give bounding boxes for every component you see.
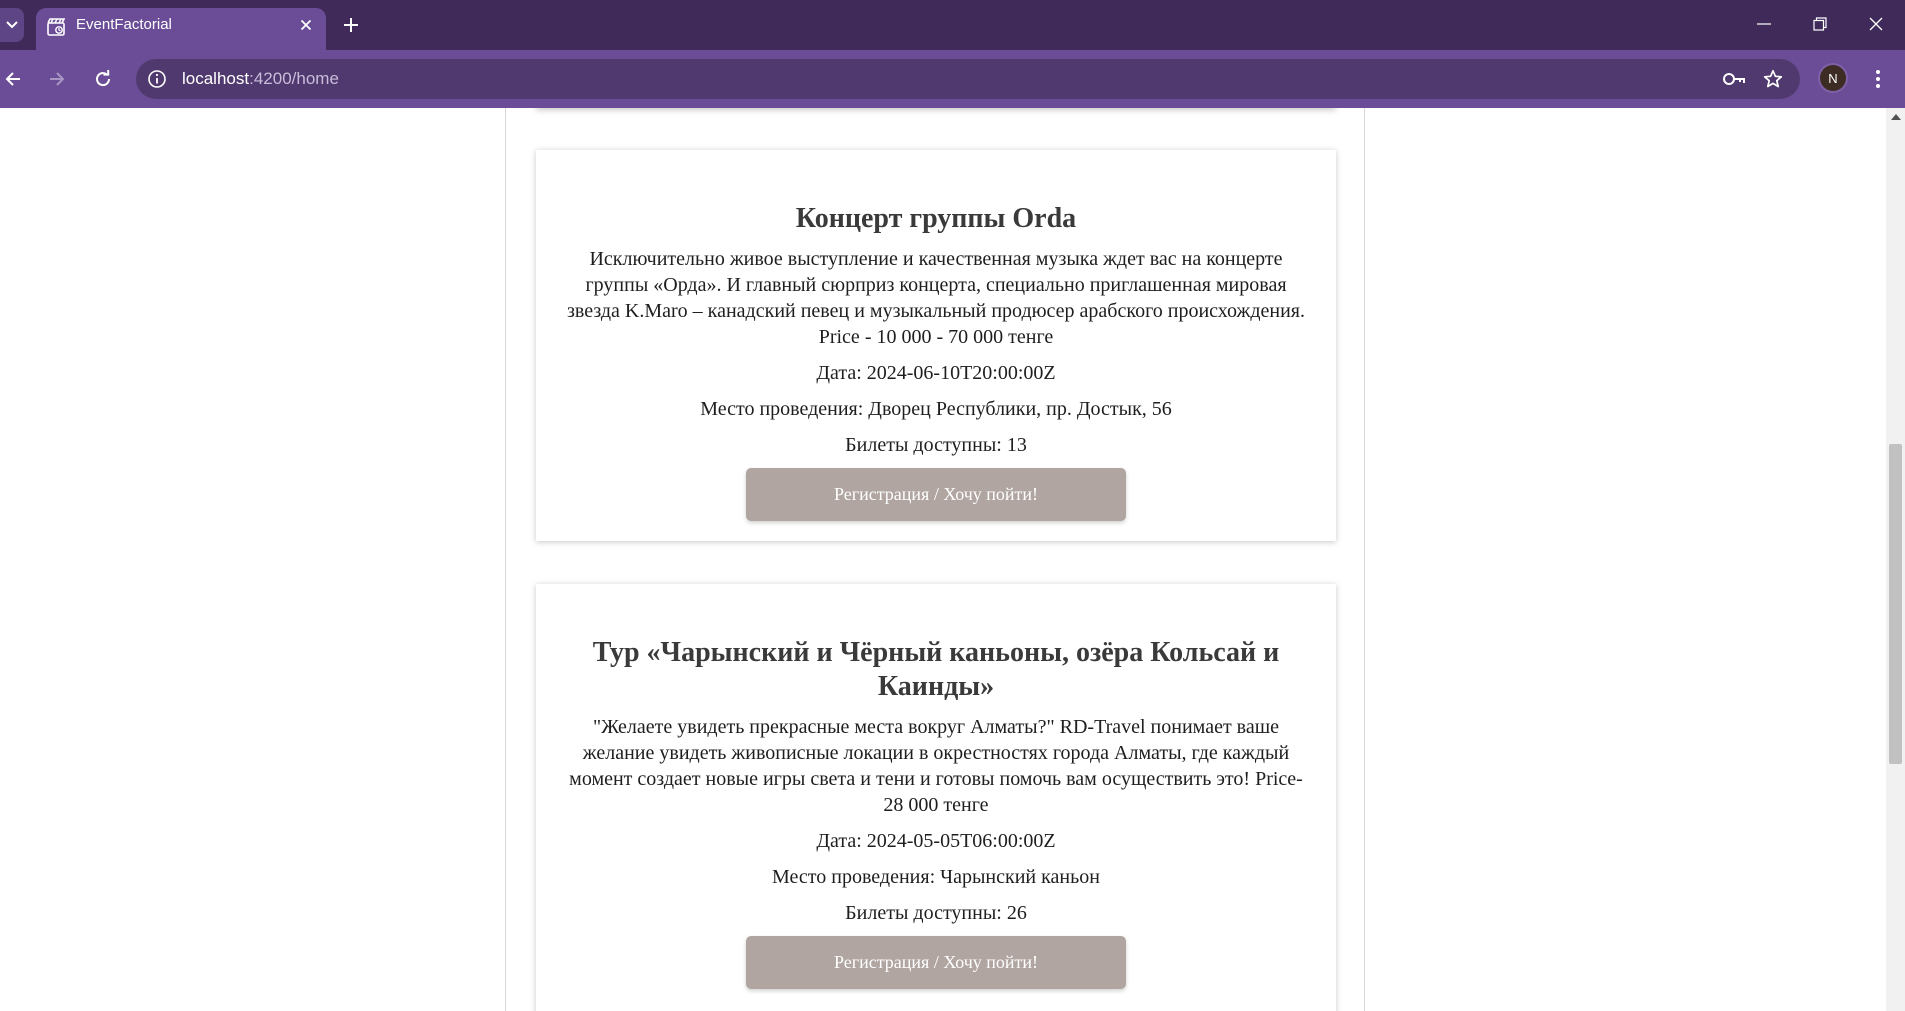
kebab-menu-icon [1876,70,1880,88]
address-bar[interactable]: localhost:4200/home [136,59,1800,99]
event-tickets: Билеты доступны: 13 [845,434,1027,456]
star-icon [1763,69,1783,88]
event-date: Дата: 2024-05-05T06:00:00Z [816,830,1056,852]
event-description: "Желаете увидеть прекрасные места вокруг… [569,716,1303,816]
chevron-down-icon [6,21,18,29]
clapperboard-icon [47,18,66,36]
bookmark-button[interactable] [1761,68,1785,90]
forward-button[interactable] [40,62,74,96]
event-date: Дата: 2024-06-10T20:00:00Z [816,362,1056,384]
page-viewport: Концерт группы Orda Исключительно живое … [0,108,1905,1011]
reload-button[interactable] [86,62,120,96]
tab-eventfactorial[interactable]: EventFactorial [36,8,326,50]
arrow-left-icon [5,72,20,86]
tab-strip: EventFactorial [0,0,1905,50]
url-text: localhost:4200/home [182,59,339,99]
back-button[interactable] [0,62,30,96]
profile-avatar[interactable]: N [1820,65,1846,91]
browser-toolbar: localhost:4200/home N [0,50,1905,108]
close-icon [1869,17,1883,31]
event-venue: Место проведения: Дворец Республики, пр.… [700,398,1172,420]
restore-button[interactable] [1792,0,1848,48]
event-tickets: Билеты доступны: 26 [845,902,1027,924]
register-button[interactable]: Регистрация / Хочу пойти! [746,468,1126,521]
passwords-button[interactable] [1722,68,1746,90]
tab-title: EventFactorial [76,16,172,33]
site-info-button[interactable] [146,68,168,90]
browser-window: EventFactorial localhost:4200/home N Кон… [0,0,1905,1011]
url-path: :4200/home [249,69,339,88]
browser-menu-button[interactable] [1866,64,1890,94]
minimize-icon [1757,23,1771,25]
scroll-up-arrow-icon[interactable] [1891,114,1901,120]
event-card: Тур «Чарынский и Чёрный каньоны, озёра К… [536,584,1336,1011]
page-scrollbar[interactable] [1886,108,1905,1011]
restore-icon [1813,17,1827,31]
scrollbar-thumb[interactable] [1889,444,1902,764]
event-title: Тур «Чарынский и Чёрный каньоны, озёра К… [592,637,1280,702]
event-description: Исключительно живое выступление и качест… [566,248,1306,348]
event-venue: Место проведения: Чарынский каньон [772,866,1100,888]
close-tab-button[interactable] [296,15,316,35]
event-card: Концерт группы Orda Исключительно живое … [536,150,1336,541]
event-title: Концерт группы Orda [795,203,1077,234]
close-window-button[interactable] [1848,0,1904,48]
tab-search-button[interactable] [0,8,24,42]
reload-icon [96,70,111,87]
url-host: localhost [182,69,250,88]
minimize-button[interactable] [1736,0,1792,48]
new-tab-button[interactable] [338,12,364,38]
close-icon [300,19,312,31]
events-column: Концерт группы Orda Исключительно живое … [505,108,1365,1011]
key-icon [1723,73,1745,85]
plus-icon [344,18,358,32]
register-button[interactable]: Регистрация / Хочу пойти! [746,936,1126,989]
arrow-right-icon [50,72,65,86]
info-icon [148,70,166,88]
